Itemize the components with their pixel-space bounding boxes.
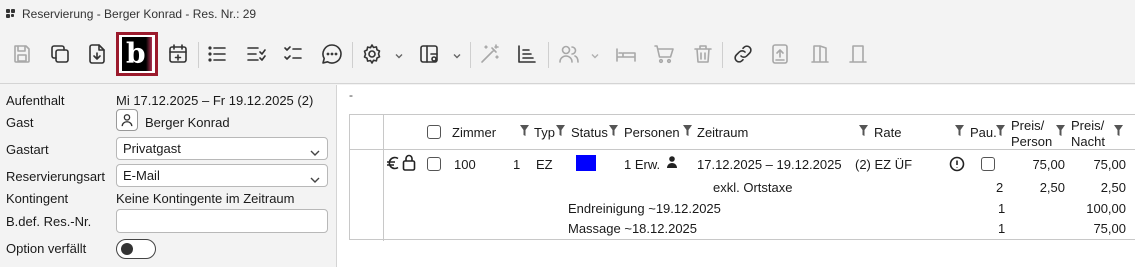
col-typ[interactable]: Typ (534, 125, 555, 140)
settings-dropdown-icon[interactable] (394, 49, 404, 59)
info-alert-icon[interactable] (949, 156, 965, 175)
col-preis-person-line1[interactable]: Preis/ (1011, 118, 1044, 133)
toolbar: b (0, 28, 1135, 84)
filter-icon[interactable] (683, 124, 692, 136)
gastart-label: Gastart (6, 142, 49, 157)
chat-icon[interactable] (318, 40, 346, 68)
row-preis-nacht: 75,00 (1093, 157, 1126, 172)
col-preis-nacht-line1[interactable]: Preis/ (1071, 118, 1104, 133)
delete-icon[interactable] (689, 40, 717, 68)
b-logo-button[interactable]: b (116, 32, 158, 76)
filter-icon[interactable] (520, 124, 529, 136)
euro-icon (386, 155, 400, 174)
filter-icon[interactable] (1114, 124, 1123, 136)
status-color-swatch (576, 155, 596, 171)
door-icon[interactable] (844, 40, 872, 68)
list-check-icon[interactable] (242, 40, 270, 68)
subrow-qty: 1 (998, 221, 1006, 236)
settings-icon[interactable] (358, 40, 386, 68)
layout-icon[interactable] (415, 40, 443, 68)
layout-dropdown-icon[interactable] (452, 49, 462, 59)
col-preis-person-line2[interactable]: Person (1011, 134, 1052, 149)
row-typ: EZ (536, 157, 553, 172)
row-checkbox[interactable] (427, 157, 441, 171)
select-all-checkbox[interactable] (427, 125, 441, 139)
checklist-icon[interactable] (279, 40, 307, 68)
subrow-text: Massage ~18.12.2025 (568, 221, 698, 236)
app-icon (6, 9, 16, 19)
subrow-person: 2,50 (1039, 180, 1065, 195)
col-rate[interactable]: Rate (874, 125, 901, 140)
users-icon[interactable] (555, 40, 583, 68)
door-open-icon[interactable] (806, 40, 834, 68)
window-title: Reservierung - Berger Konrad - Res. Nr.:… (22, 7, 257, 21)
bdef-label: B.def. Res.-Nr. (6, 214, 92, 229)
copy-icon[interactable] (46, 40, 74, 68)
kontingent-value: Keine Kontingente im Zeitraum (116, 191, 295, 206)
chevron-down-icon (310, 145, 320, 156)
filter-icon[interactable] (1056, 124, 1065, 136)
gast-value[interactable]: Berger Konrad (145, 115, 230, 130)
title-bar: Reservierung - Berger Konrad - Res. Nr.:… (0, 0, 1135, 28)
resart-label: Reservierungsart (6, 169, 105, 184)
filter-icon[interactable] (996, 124, 1005, 136)
gastart-value: Privatgast (123, 141, 181, 156)
upload-icon[interactable] (766, 40, 794, 68)
calendar-add-icon[interactable] (164, 40, 192, 68)
guest-icon[interactable] (116, 109, 138, 131)
users-dropdown-icon[interactable] (590, 49, 600, 59)
col-zeitraum[interactable]: Zeitraum (697, 125, 748, 140)
gast-label: Gast (6, 115, 34, 130)
col-zimmer[interactable]: Zimmer (452, 125, 496, 140)
lock-icon (402, 154, 416, 174)
resart-value: E-Mail (123, 168, 160, 183)
subrow-qty: 2 (996, 180, 1004, 195)
row-zimmer: 100 (454, 157, 476, 172)
cart-icon[interactable] (650, 40, 678, 68)
subrow-qty: 1 (998, 201, 1006, 216)
filter-icon[interactable] (556, 124, 565, 136)
subrow-text: exkl. Ortstaxe (713, 180, 793, 195)
row-personen: 1 Erw. (624, 157, 661, 172)
download-icon[interactable] (83, 40, 111, 68)
col-personen[interactable]: Personen (624, 125, 680, 140)
option-toggle[interactable] (116, 239, 156, 259)
kontingent-label: Kontingent (6, 191, 69, 206)
subrow-nacht: 2,50 (1100, 180, 1126, 195)
col-status[interactable]: Status (571, 125, 608, 140)
magic-wand-icon[interactable] (476, 40, 504, 68)
row-preis-person: 75,00 (1032, 157, 1065, 172)
option-label: Option verfällt (6, 241, 87, 256)
subrow-text: Endreinigung ~19.12.2025 (568, 201, 721, 216)
pau-checkbox[interactable] (981, 157, 995, 171)
list-icon[interactable] (203, 40, 231, 68)
chevron-down-icon (310, 172, 320, 183)
link-icon[interactable] (729, 40, 757, 68)
save-icon[interactable] (8, 40, 36, 68)
bed-icon[interactable] (612, 40, 640, 68)
subrow-nacht: 100,00 (1086, 201, 1126, 216)
b-logo-icon: b (122, 37, 152, 71)
aufenthalt-label: Aufenthalt (6, 93, 65, 108)
chart-icon[interactable] (513, 40, 541, 68)
row-rate: (2) EZ ÜF (855, 157, 913, 172)
col-preis-nacht-line2[interactable]: Nacht (1071, 134, 1105, 149)
subrow-nacht: 75,00 (1093, 221, 1126, 236)
aufenthalt-value: Mi 17.12.2025 – Fr 19.12.2025 (2) (116, 93, 314, 108)
gastart-select[interactable]: Privatgast (116, 137, 328, 160)
row-num: 1 (513, 157, 521, 172)
main-dash: - (349, 88, 353, 102)
col-pau[interactable]: Pau. (970, 125, 997, 140)
person-icon (666, 155, 678, 172)
filter-icon[interactable] (955, 124, 964, 136)
bdef-input[interactable] (116, 209, 328, 233)
filter-icon[interactable] (609, 124, 618, 136)
filter-icon[interactable] (859, 124, 868, 136)
row-zeitraum: 17.12.2025 – 19.12.2025 (697, 157, 842, 172)
resart-select[interactable]: E-Mail (116, 164, 328, 187)
